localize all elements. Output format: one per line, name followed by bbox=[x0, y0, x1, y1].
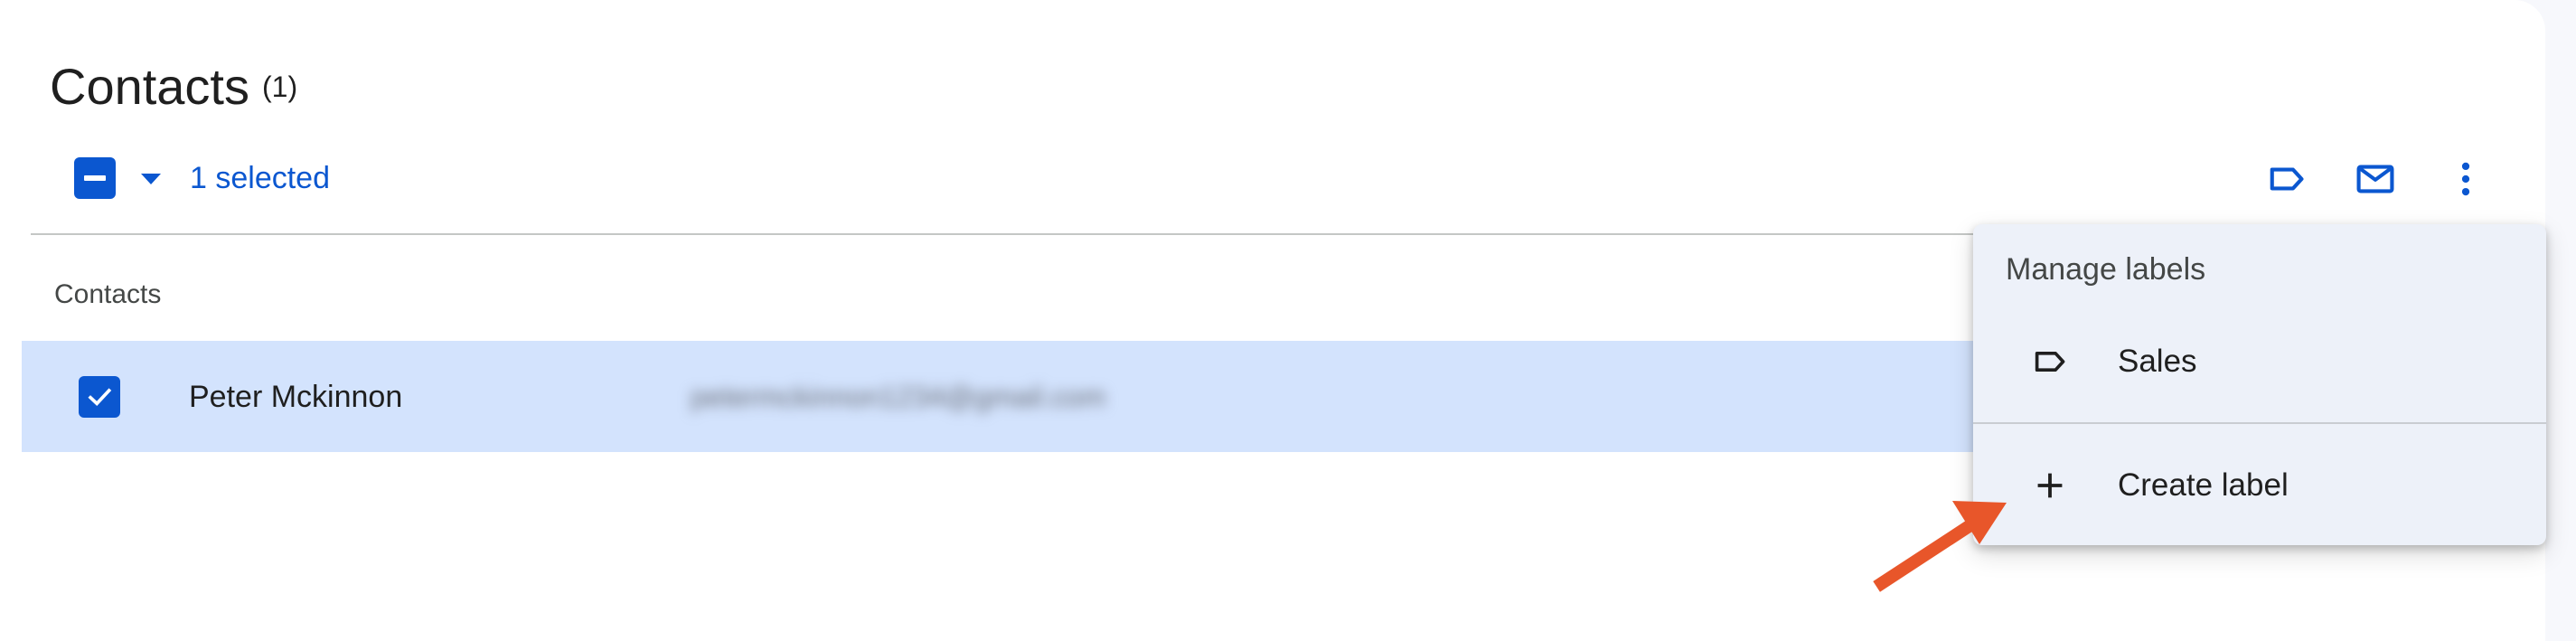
select-options-dropdown[interactable] bbox=[136, 168, 166, 190]
selected-count-label: 1 selected bbox=[190, 161, 330, 195]
page-title-text: Contacts bbox=[50, 58, 249, 115]
contact-name: Peter Mckinnon bbox=[189, 380, 403, 414]
menu-item-create-label[interactable]: Create label bbox=[1973, 445, 2546, 526]
contacts-panel: Contacts (1) 1 selected Contacts Peter Mc bbox=[0, 0, 2546, 641]
contact-count: (1) bbox=[262, 71, 298, 103]
select-all-checkbox[interactable] bbox=[74, 157, 116, 199]
menu-divider bbox=[1973, 422, 2546, 424]
menu-header: Manage labels bbox=[2006, 252, 2206, 287]
caret-down-icon bbox=[141, 174, 161, 184]
label-icon bbox=[2270, 167, 2304, 191]
more-actions-button[interactable] bbox=[2442, 156, 2489, 203]
section-label: Contacts bbox=[54, 279, 162, 309]
send-email-button[interactable] bbox=[2352, 156, 2399, 203]
plus-icon bbox=[2029, 465, 2071, 506]
menu-item-label: Create label bbox=[2118, 467, 2289, 503]
annotation-arrow-icon bbox=[1873, 501, 2007, 592]
manage-labels-menu: Manage labels Sales Create label bbox=[1973, 224, 2546, 545]
row-checkbox[interactable] bbox=[79, 376, 120, 418]
label-icon bbox=[2029, 341, 2071, 382]
mail-icon bbox=[2356, 165, 2394, 193]
more-vert-icon bbox=[2461, 162, 2470, 196]
menu-item-sales[interactable]: Sales bbox=[1973, 321, 2546, 402]
menu-item-label: Sales bbox=[2118, 344, 2197, 379]
manage-labels-button[interactable] bbox=[2263, 156, 2310, 203]
check-icon bbox=[88, 388, 112, 406]
page-title: Contacts (1) bbox=[50, 52, 297, 121]
contact-email: petermckinnon1234@gmail.com bbox=[691, 381, 1106, 413]
